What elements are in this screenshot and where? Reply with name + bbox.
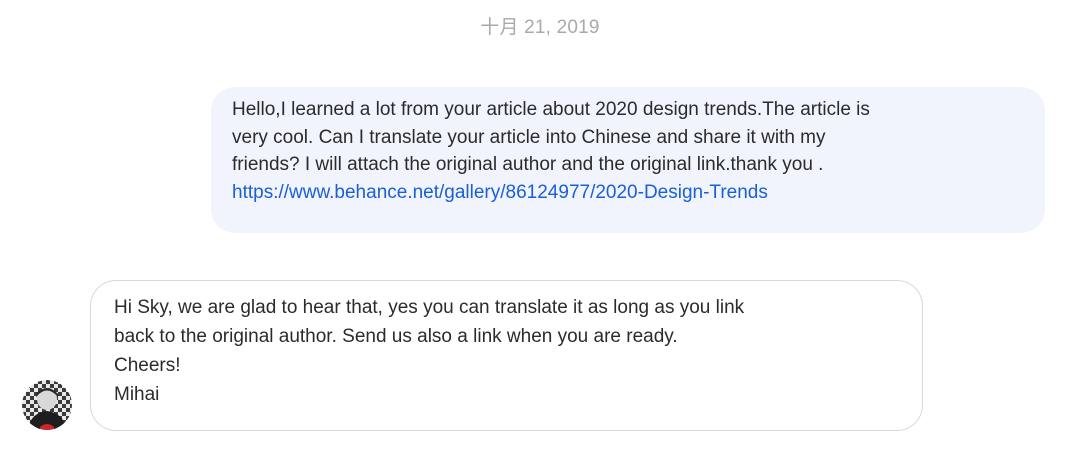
outgoing-message-text: Hello,I learned a lot from your article … [232,99,870,175]
date-stamp: 十月 21, 2019 [480,17,600,38]
avatar-photo-icon [22,380,72,430]
behance-gallery-link[interactable]: https://www.behance.net/gallery/86124977… [232,179,1025,207]
incoming-message-text: Hi Sky, we are glad to hear that, yes yo… [114,297,745,405]
incoming-message-bubble: Hi Sky, we are glad to hear that, yes yo… [90,280,923,431]
sender-avatar[interactable] [22,380,72,430]
conversation-view: 十月 21, 2019 Hello,I learned a lot from y… [0,0,1080,470]
outgoing-message-bubble: Hello,I learned a lot from your article … [211,87,1045,233]
